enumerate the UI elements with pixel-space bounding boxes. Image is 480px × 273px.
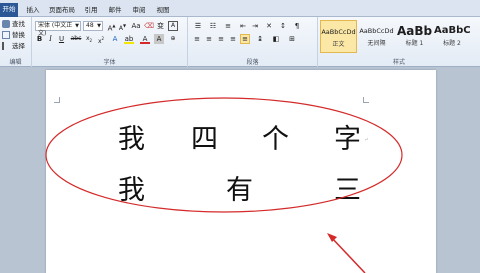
editing-group: 查找 替换 选择 编辑 — [0, 17, 32, 67]
margin-mark-top-right — [363, 97, 369, 103]
align-center-icon[interactable]: ≡ — [204, 34, 214, 44]
replace-icon — [2, 31, 10, 39]
multilevel-list-icon[interactable]: ≡ — [222, 21, 234, 31]
tab-review[interactable]: 审阅 — [130, 4, 148, 17]
bold-button[interactable]: B — [35, 34, 44, 44]
doc-char: 有 — [226, 175, 253, 206]
replace-button[interactable]: 替换 — [2, 30, 25, 40]
text-effects-button[interactable]: A — [110, 34, 120, 44]
decrease-indent-icon[interactable]: ⇤ — [238, 21, 248, 31]
grow-font-button[interactable]: A▲ — [107, 21, 116, 32]
doc-char: 我 — [118, 175, 145, 206]
style-no-spacing[interactable]: AaBbCcDd 无间隔 — [358, 20, 395, 53]
font-name-combo[interactable]: 宋体 (中文正文) ▼ — [35, 21, 81, 37]
tab-mailings[interactable]: 邮件 — [106, 4, 124, 17]
enclose-char-button[interactable]: ⊕ — [168, 34, 178, 44]
doc-char: 字 — [334, 124, 361, 155]
doc-char: 个 — [262, 124, 289, 155]
justify-icon[interactable]: ≡ — [228, 34, 238, 44]
chinese-layout-icon[interactable]: ✕ — [264, 21, 274, 31]
doc-char: 三 — [334, 175, 361, 206]
font-size-combo[interactable]: 48 ▼ — [83, 21, 103, 31]
char-border-button[interactable]: A — [168, 21, 178, 31]
subscript-button[interactable]: x2 — [84, 34, 94, 44]
numbering-icon[interactable]: ☷ — [207, 21, 219, 31]
margin-mark-top-left — [54, 97, 60, 103]
tab-insert[interactable]: 插入 — [24, 4, 42, 17]
superscript-button[interactable]: x2 — [96, 34, 106, 45]
phonetic-guide-button[interactable]: 变 — [156, 21, 165, 31]
show-marks-icon[interactable]: ¶ — [292, 21, 302, 31]
font-color-button[interactable]: A — [140, 34, 150, 44]
align-left-icon[interactable]: ≡ — [192, 34, 202, 44]
line-spacing-icon[interactable]: ↨ — [254, 34, 266, 44]
document-area: 我 四 个 字 ↵ 我 有 三 — [0, 68, 480, 273]
style-heading-1[interactable]: AaBb 标题 1 — [396, 20, 433, 53]
styles-group-label: 样式 — [392, 59, 405, 66]
binoculars-icon — [2, 20, 10, 28]
tab-home[interactable]: 开始 — [0, 3, 18, 17]
sort-icon[interactable]: ↕ — [278, 21, 288, 31]
distributed-icon[interactable]: ≡ — [240, 34, 250, 44]
align-right-icon[interactable]: ≡ — [216, 34, 226, 44]
char-shading-button[interactable]: A — [154, 34, 164, 44]
shading-icon[interactable]: ◧ — [270, 34, 282, 44]
style-normal[interactable]: AaBbCcDd 正文 — [320, 20, 357, 53]
highlight-button[interactable]: ab — [124, 34, 134, 44]
style-heading-2[interactable]: AaBbC 标题 2 — [434, 20, 470, 53]
document-line-2: 我 有 三 — [46, 168, 436, 206]
cursor-icon — [2, 42, 10, 50]
editing-group-label: 编辑 — [9, 59, 22, 66]
shrink-font-button[interactable]: A▼ — [118, 21, 127, 32]
find-button[interactable]: 查找 — [2, 19, 25, 29]
tab-view[interactable]: 视图 — [154, 4, 172, 17]
font-group-label: 字体 — [103, 59, 116, 66]
ribbon: 查找 替换 选择 编辑 宋体 (中文正文) ▼ 48 ▼ A▲ A▼ Aa ⌫ 变 … — [0, 17, 480, 67]
paragraph-mark: ↵ — [364, 137, 369, 143]
change-case-button[interactable]: Aa — [131, 21, 141, 31]
styles-group: AaBbCcDd 正文 AaBbCcDd 无间隔 AaBb 标题 1 AaBbC… — [318, 17, 480, 67]
document-line-1: 我 四 个 字 ↵ — [46, 117, 436, 155]
doc-char: 我 — [118, 124, 145, 155]
underline-button[interactable]: U — [57, 34, 66, 44]
tab-page-layout[interactable]: 页面布局 — [48, 4, 76, 17]
select-button[interactable]: 选择 — [2, 41, 25, 51]
italic-button[interactable]: I — [46, 34, 55, 44]
doc-char: 四 — [191, 124, 218, 155]
paragraph-group: ☰ ☷ ≡ ⇤ ⇥ ✕ ↕ ¶ ≡ ≡ ≡ ≡ ≡ ↨ ◧ ⊞ 段落 — [188, 17, 318, 67]
font-group: 宋体 (中文正文) ▼ 48 ▼ A▲ A▼ Aa ⌫ 变 A B I U abc … — [32, 17, 188, 67]
tab-references[interactable]: 引用 — [82, 4, 100, 17]
chevron-down-icon: ▼ — [97, 23, 101, 29]
clear-format-icon[interactable]: ⌫ — [144, 21, 154, 31]
borders-icon[interactable]: ⊞ — [286, 34, 298, 44]
bullets-icon[interactable]: ☰ — [192, 21, 204, 31]
strikethrough-button[interactable]: abc — [70, 34, 82, 44]
increase-indent-icon[interactable]: ⇥ — [250, 21, 260, 31]
document-page[interactable]: 我 四 个 字 ↵ 我 有 三 — [46, 70, 436, 273]
paragraph-group-label: 段落 — [246, 59, 259, 66]
ribbon-tabs: 开始 插入 页面布局 引用 邮件 审阅 视图 — [0, 0, 480, 17]
chevron-down-icon: ▼ — [75, 23, 79, 29]
